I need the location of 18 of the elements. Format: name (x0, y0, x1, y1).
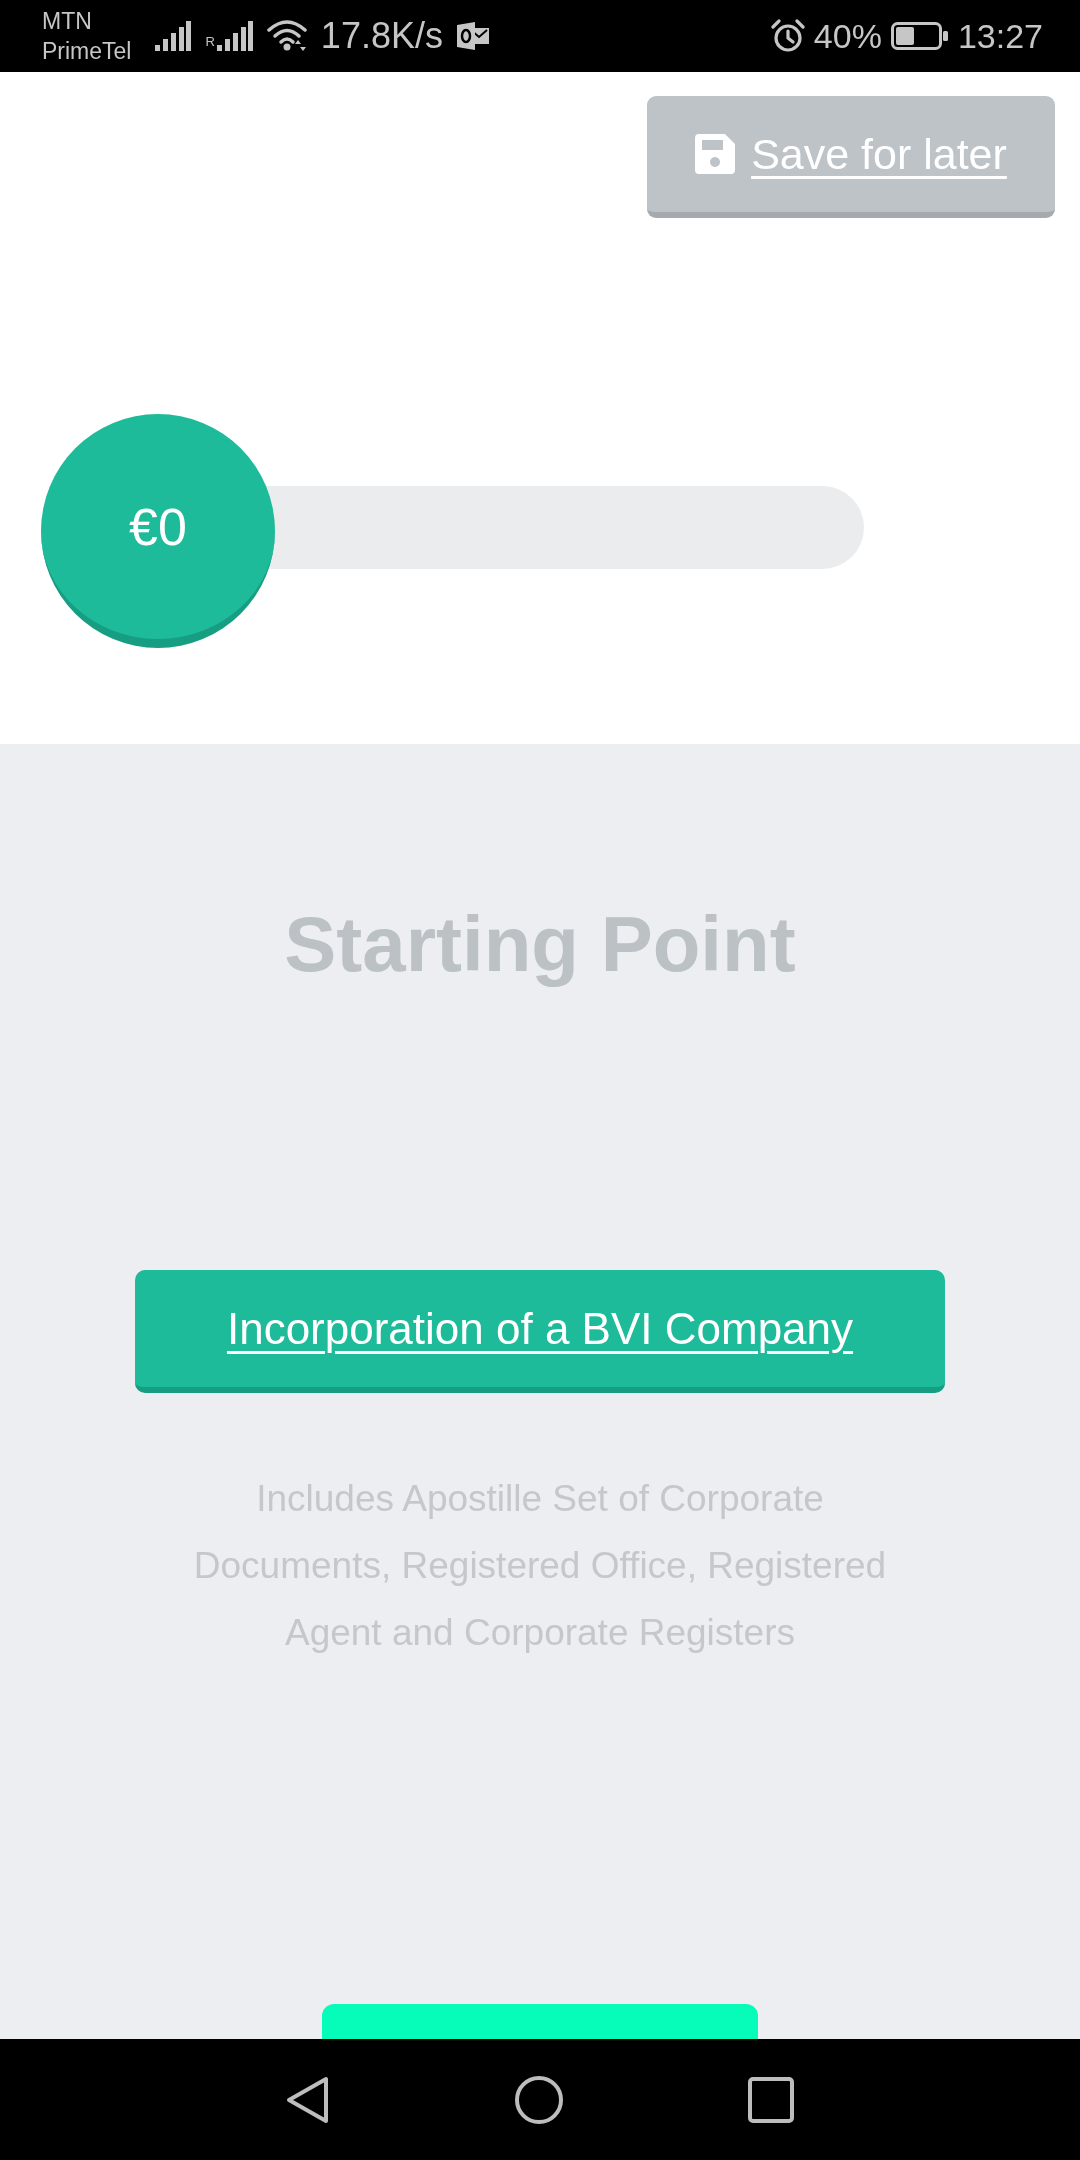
wifi-icon (266, 20, 307, 52)
package-button[interactable]: Incorporation of a BVI Company (135, 1270, 945, 1393)
carrier-name: PrimeTel (42, 37, 132, 66)
home-icon[interactable] (515, 2075, 563, 2124)
back-icon[interactable] (286, 2075, 330, 2124)
alarm-clock-icon (770, 19, 805, 53)
battery-percent: 40% (813, 16, 882, 56)
save-for-later-button[interactable]: Save for later (647, 96, 1055, 218)
progress-thumb[interactable]: €0 (41, 414, 275, 648)
battery-icon (890, 22, 949, 50)
network-speed: 17.8K/s (320, 16, 443, 56)
roaming-indicator: R (205, 35, 215, 48)
clock-time: 13:27 (957, 16, 1043, 56)
signal-icon (216, 21, 253, 51)
recent-apps-icon[interactable] (748, 2076, 794, 2123)
carrier-name: MTN (42, 7, 93, 36)
signal-icon (155, 21, 192, 51)
mail-app-icon (456, 22, 489, 50)
